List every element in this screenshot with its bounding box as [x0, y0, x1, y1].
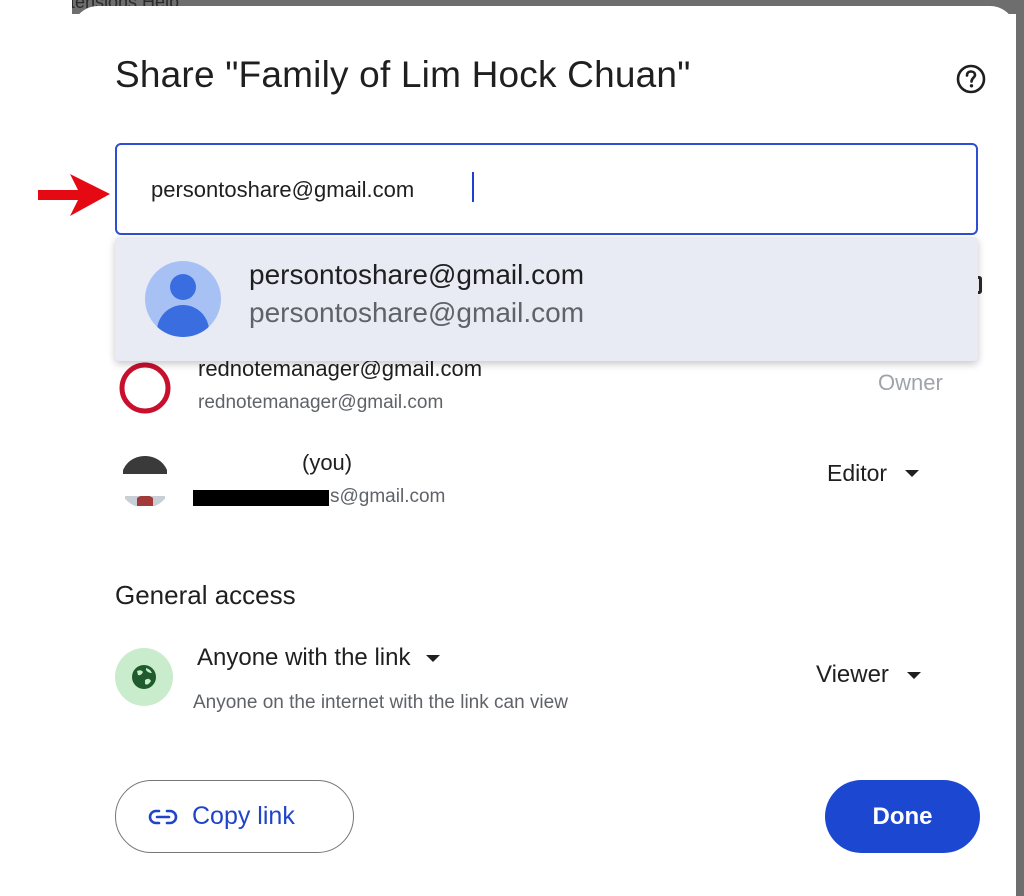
- role-owner-label: Owner: [878, 370, 943, 395]
- redacted-name-block: [195, 450, 295, 462]
- done-label: Done: [872, 802, 933, 830]
- role-editor-label: Editor: [827, 460, 888, 486]
- help-circle-icon: [956, 64, 986, 94]
- general-access-role-dropdown[interactable]: Viewer: [816, 661, 921, 689]
- add-people-input[interactable]: [151, 172, 931, 208]
- person-avatar-icon: [145, 261, 221, 337]
- copy-link-button[interactable]: Copy link: [115, 780, 354, 853]
- suggestion-item[interactable]: persontoshare@gmail.com persontoshare@gm…: [115, 237, 978, 361]
- text-caret: [472, 172, 474, 202]
- annotation-arrow-icon: [38, 174, 110, 216]
- red-note-logo-icon: [119, 362, 171, 414]
- globe-icon-svg: [132, 665, 156, 689]
- suggestion-email: persontoshare@gmail.com: [249, 297, 585, 328]
- general-access-role: Viewer: [816, 661, 889, 688]
- person-email: rednotemanager@gmail.com: [198, 392, 444, 413]
- caret-down-icon: [905, 470, 920, 477]
- redacted-email-block: [193, 490, 329, 506]
- suggestion-name: persontoshare@gmail.com: [249, 259, 585, 290]
- person-name: (you): [302, 450, 353, 475]
- done-button[interactable]: Done: [825, 780, 980, 853]
- globe-icon: [115, 648, 173, 706]
- right-backdrop: [1016, 0, 1024, 896]
- general-access-heading: General access: [115, 580, 296, 610]
- caret-down-icon: [426, 654, 441, 662]
- user-photo-avatar: [119, 456, 171, 506]
- role-editor-dropdown[interactable]: Editor: [827, 460, 920, 487]
- general-access-description: Anyone on the internet with the link can…: [193, 692, 568, 713]
- add-people-field[interactable]: [115, 143, 978, 235]
- people-row-owner: rednotemanager@gmail.com rednotemanager@…: [115, 356, 975, 426]
- help-button[interactable]: [954, 62, 988, 96]
- general-access-dropdown[interactable]: Anyone with the link: [197, 644, 441, 672]
- general-access-mode: Anyone with the link: [197, 644, 411, 671]
- link-icon: [148, 809, 178, 824]
- person-email: s@gmail.com: [330, 486, 446, 507]
- people-row-you: (you) s@gmail.com Editor: [115, 450, 975, 520]
- copy-link-label: Copy link: [192, 802, 295, 830]
- dialog-title: Share "Family of Lim Hock Chuan": [115, 54, 691, 95]
- caret-down-icon: [906, 671, 921, 679]
- left-backdrop: [0, 0, 72, 896]
